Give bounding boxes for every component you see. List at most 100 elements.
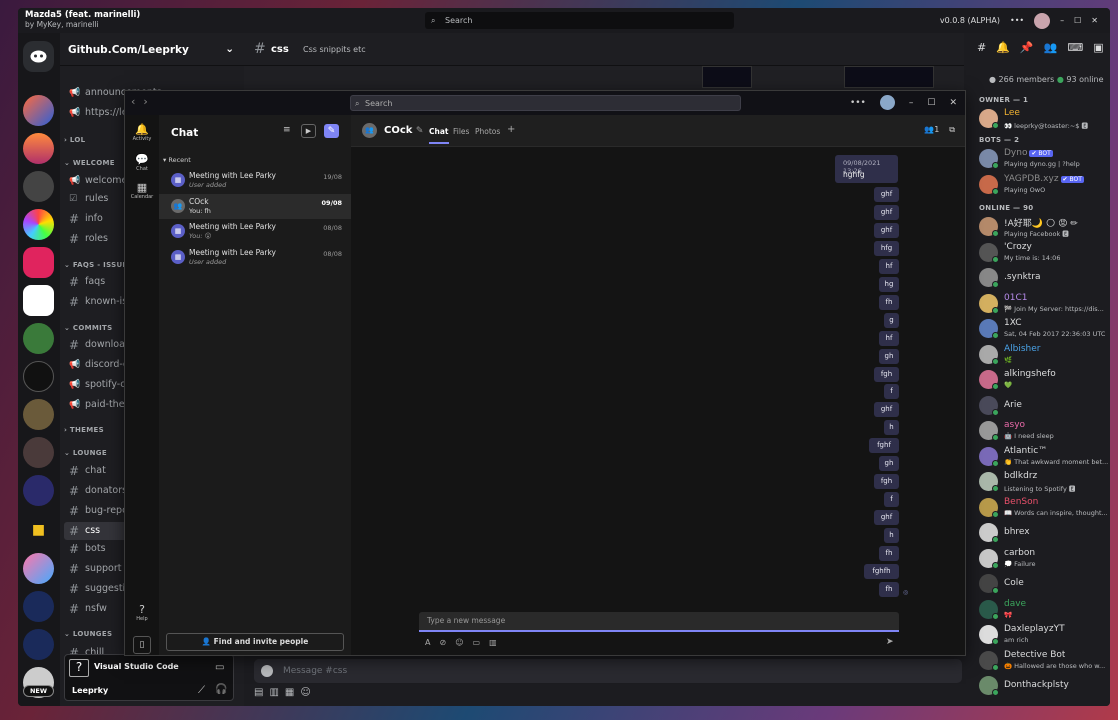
chat-list-item[interactable]: ▦ Meeting with Lee Parky User added 19/08 (159, 168, 351, 193)
member-item[interactable]: Detective Bot 🎃 Hallowed are those who w.… (979, 649, 1109, 673)
server-icon[interactable] (23, 475, 54, 506)
avatar[interactable] (1034, 12, 1051, 29)
server-header[interactable]: Github.Com/Leeprky ⌄ (60, 33, 244, 66)
member-item[interactable]: .synktra (979, 266, 1109, 290)
maximize-icon[interactable]: ☐ (927, 98, 935, 108)
server-icon[interactable] (23, 95, 54, 126)
pin-icon[interactable]: 📌 (1020, 41, 1034, 54)
participants-button[interactable]: 👥1 (924, 125, 939, 135)
minimize-icon[interactable]: – (909, 98, 914, 108)
sticker-icon[interactable]: ▥ (269, 687, 278, 698)
device-icon[interactable]: ▯ (133, 636, 151, 654)
popout-icon[interactable]: ⧉ (949, 125, 955, 135)
server-icon[interactable] (23, 247, 54, 278)
member-item[interactable]: DaxleplayzYT am rich (979, 623, 1109, 647)
meet-now-icon[interactable]: ▶ (301, 124, 316, 138)
teams-search[interactable]: ⌕ Search (350, 95, 741, 111)
member-item[interactable]: 1XC Sat, 04 Feb 2017 22:36:03 UTC (979, 317, 1109, 341)
member-item[interactable]: asyo 🤖 I need sleep (979, 419, 1109, 443)
nav-arrows-icon[interactable]: ‹› (131, 95, 156, 108)
category-header[interactable]: › LOL (64, 136, 85, 144)
server-icon[interactable] (23, 399, 54, 430)
rail-activity[interactable]: 🔔 Activity (125, 123, 159, 142)
member-item[interactable]: Cole (979, 572, 1109, 596)
category-header[interactable]: ⌄ LOUNGES (64, 630, 112, 638)
tab-chat[interactable]: Chat (429, 127, 449, 144)
close-icon[interactable]: ✕ (1091, 16, 1098, 25)
chat-list-item[interactable]: ▦ Meeting with Lee Parky You: 😮 08/08 (159, 219, 351, 244)
compose-box[interactable]: Type a new message (419, 612, 899, 632)
gif-icon[interactable]: ▤ (254, 687, 263, 698)
member-item[interactable]: Dyno ✔ BOT Playing dyno.gg | ?help (979, 147, 1109, 171)
rail-calendar[interactable]: ▦ Calendar (125, 181, 159, 200)
mic-muted-icon[interactable]: ⟋ (198, 685, 205, 696)
member-item[interactable]: Arie (979, 394, 1109, 418)
member-item[interactable]: Donthackplsty (979, 674, 1109, 698)
folder-icon[interactable]: ■ (23, 515, 54, 546)
embedded-image[interactable] (702, 66, 752, 88)
find-invite-button[interactable]: 👤 Find and invite people (166, 633, 344, 651)
server-icon[interactable] (23, 171, 54, 202)
more-apps-icon[interactable]: ▥ (489, 638, 497, 647)
member-item[interactable]: Lee 👀 leeprky@toaster:~$ 🅴 (979, 107, 1109, 131)
server-icon[interactable] (23, 133, 54, 164)
discord-home-icon[interactable] (23, 41, 54, 72)
tab-photos[interactable]: Photos (475, 127, 500, 136)
members-icon[interactable]: 👥 (1044, 41, 1058, 54)
emoji-icon[interactable]: ☺ (455, 638, 463, 647)
member-item[interactable]: dave 🎀 (979, 598, 1109, 622)
attach-icon[interactable]: ⊘ (439, 638, 446, 647)
avatar[interactable] (879, 95, 895, 110)
member-item[interactable]: YAGPDB.xyz ✔ BOT Playing OwO (979, 173, 1109, 197)
category-header[interactable]: › THEMES (64, 426, 104, 434)
inbox-icon[interactable]: ▣ (1093, 41, 1103, 54)
server-icon[interactable] (23, 323, 54, 354)
gift-icon[interactable]: ▦ (285, 687, 294, 698)
screen-share-icon[interactable]: ▭ (215, 662, 224, 673)
category-header[interactable]: ⌄ WELCOME (64, 159, 115, 167)
category-header[interactable]: ⌄ LOUNGE (64, 449, 107, 457)
server-icon[interactable] (23, 437, 54, 468)
format-icon[interactable]: A (425, 638, 430, 647)
filter-icon[interactable]: ≡ (283, 125, 291, 135)
server-icon[interactable] (23, 285, 54, 316)
minimize-icon[interactable]: – (1060, 16, 1064, 25)
gif-icon[interactable]: ▭ (473, 638, 481, 647)
server-icon[interactable] (23, 361, 54, 392)
server-icon[interactable] (23, 209, 54, 240)
edit-icon[interactable]: ✎ (416, 126, 424, 136)
member-item[interactable]: 01C1 🏁 Join My Server: https://dis... (979, 292, 1109, 316)
message-input[interactable]: Message #css (254, 659, 962, 683)
server-icon[interactable] (23, 629, 54, 660)
maximize-icon[interactable]: ☐ (1074, 16, 1081, 25)
member-item[interactable]: carbon 💭 Failure (979, 547, 1109, 571)
tab-files[interactable]: Files (453, 127, 469, 136)
rail-chat[interactable]: 💬 Chat (125, 153, 159, 172)
member-item[interactable]: Albisher 🌿 (979, 343, 1109, 367)
server-icon[interactable] (23, 553, 54, 584)
member-item[interactable]: !A好耶🌙 🌕 😡 ✏ Playing Facebook 🅴 (979, 215, 1109, 239)
global-search[interactable]: ⌕ Search (425, 12, 734, 29)
emoji-icon[interactable]: ☺ (300, 687, 310, 698)
member-item[interactable]: bdlkdrz Listening to Spotify 🅴 (979, 470, 1109, 494)
chat-list-item[interactable]: 👥 COck You: fh 09/08 (159, 193, 351, 219)
rail-help[interactable]: ? Help (125, 603, 159, 622)
member-item[interactable]: BenSon 📖 Words can inspire, thought... (979, 496, 1109, 520)
bell-icon[interactable]: 🔔 (996, 41, 1010, 54)
member-item[interactable]: Atlantic™ 👏 That awkward moment bet... (979, 445, 1109, 469)
send-icon[interactable]: ➤ (886, 637, 894, 647)
keyboard-icon[interactable]: ⌨ (1067, 41, 1083, 54)
add-attachment-icon[interactable] (261, 665, 273, 677)
threads-icon[interactable]: # (977, 41, 986, 54)
member-item[interactable]: alkingshefo 💚 (979, 368, 1109, 392)
new-chat-icon[interactable]: ✎ (324, 124, 339, 138)
headphones-icon[interactable]: 🎧 (215, 684, 227, 695)
embedded-image[interactable] (844, 66, 934, 88)
close-icon[interactable]: ✕ (949, 98, 957, 108)
chat-list-item[interactable]: ▦ Meeting with Lee Parky User added 08/08 (159, 245, 351, 270)
more-icon[interactable]: ••• (1010, 16, 1024, 25)
member-item[interactable]: 'Crozy My time is: 14:06 (979, 241, 1109, 265)
more-icon[interactable]: ••• (850, 98, 866, 108)
server-icon[interactable] (23, 591, 54, 622)
category-header[interactable]: ⌄ COMMITS (64, 324, 112, 332)
